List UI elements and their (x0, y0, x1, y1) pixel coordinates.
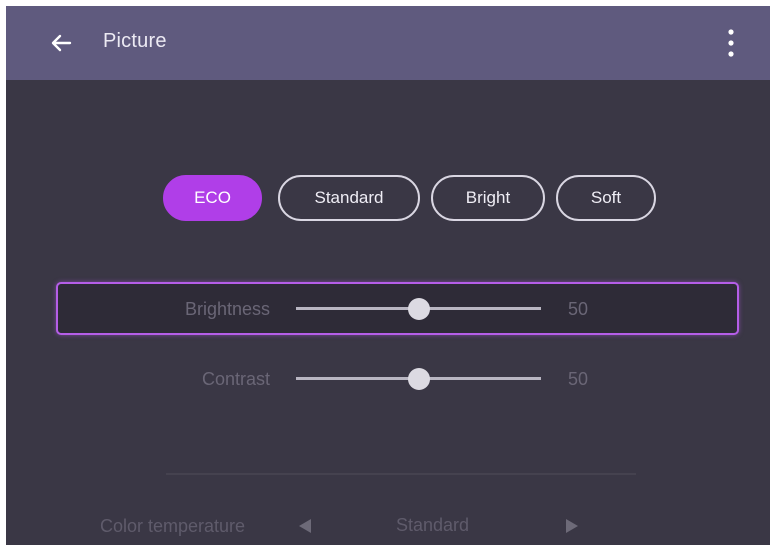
app-bar: Picture (6, 6, 770, 80)
section-divider (166, 473, 636, 475)
back-arrow-icon[interactable] (50, 32, 72, 54)
picture-screen: Picture ECO Standard Bright Soft Brightn… (6, 6, 770, 545)
brightness-slider-knob[interactable] (407, 298, 430, 320)
previous-triangle-icon[interactable] (298, 518, 312, 534)
color-temperature-value: Standard (396, 515, 470, 535)
mode-standard-button[interactable]: Standard (278, 175, 420, 221)
brightness-label: Brightness (184, 299, 270, 319)
next-triangle-icon[interactable] (565, 518, 579, 534)
contrast-slider-knob[interactable] (407, 368, 430, 390)
mode-bright-button[interactable]: Bright (431, 175, 545, 221)
more-vertical-icon[interactable] (726, 28, 736, 58)
mode-soft-button[interactable]: Soft (556, 175, 656, 221)
contrast-label: Contrast (201, 369, 270, 389)
contrast-value: 50 (568, 369, 589, 389)
page-title: Picture (103, 30, 167, 52)
color-temperature-label: Color temperature (100, 516, 246, 536)
brightness-value: 50 (568, 299, 589, 319)
mode-eco-button[interactable]: ECO (163, 175, 262, 221)
